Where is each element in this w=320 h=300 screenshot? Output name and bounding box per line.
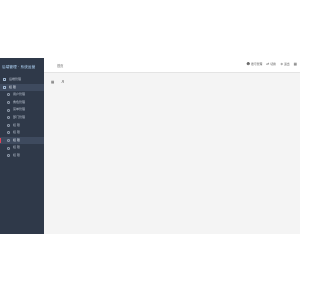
sidebar-item-permission-1[interactable]: 权 限	[0, 122, 44, 130]
more-icon: ▦	[293, 61, 297, 66]
circle-icon	[7, 101, 10, 105]
header-actions: ☻ 账号管理 ⇄ 切换 ➲ 退出 ▦	[246, 62, 298, 66]
sidebar: 后端管理 · 系统运营 后端管理 权 限 用户管理 角色管理 菜单管理 部门管理…	[0, 58, 44, 234]
app-window: 后端管理 · 系统运营 后端管理 权 限 用户管理 角色管理 菜单管理 部门管理…	[0, 58, 300, 234]
sidebar-nav: 后端管理 权 限 用户管理 角色管理 菜单管理 部门管理 权 限 权 限 权 限…	[0, 76, 44, 160]
switch-icon: ⇄	[266, 61, 270, 66]
logout-button[interactable]: ➲ 退出	[280, 62, 290, 66]
folder-icon	[3, 78, 6, 82]
sidebar-item-user-management[interactable]: 用户管理	[0, 91, 44, 99]
logout-label: 退出	[283, 62, 290, 67]
circle-icon	[7, 139, 10, 143]
sidebar-item-admin[interactable]: 后端管理	[0, 76, 44, 84]
grid-icon[interactable]: ▦	[51, 80, 55, 84]
sidebar-item-permission-4[interactable]: 权 限	[0, 144, 44, 152]
sidebar-item-dept-management[interactable]: 部门管理	[0, 114, 44, 122]
sidebar-item-label: 权 限	[12, 122, 20, 127]
content-toolbar: ▦ ♬	[51, 80, 65, 84]
sidebar-item-label: 权 限	[12, 137, 20, 142]
sidebar-item-label: 菜单管理	[12, 107, 25, 112]
switch-label: 切换	[270, 62, 276, 67]
sidebar-item-permission-2[interactable]: 权 限	[0, 129, 44, 137]
sidebar-item-label: 权 限	[12, 145, 20, 150]
circle-icon	[7, 146, 10, 150]
sidebar-item-label: 用户管理	[12, 92, 25, 97]
account-button[interactable]: ☻ 账号管理	[246, 62, 262, 66]
app-title: 后端管理 · 系统运营	[2, 65, 36, 69]
circle-icon	[7, 108, 10, 112]
sidebar-item-role-management[interactable]: 角色管理	[0, 99, 44, 107]
user-icon: ☻	[246, 61, 251, 66]
switch-button[interactable]: ⇄ 切换	[266, 62, 276, 66]
circle-icon	[7, 154, 10, 158]
sidebar-item-label: 权 限	[8, 84, 16, 89]
account-label: 账号管理	[251, 62, 263, 67]
logout-icon: ➲	[279, 61, 283, 66]
circle-icon	[7, 93, 10, 97]
more-button[interactable]: ▦	[293, 61, 298, 67]
sidebar-item-label: 后端管理	[8, 77, 21, 81]
sidebar-item-permission-5[interactable]: 权 限	[0, 152, 44, 160]
sidebar-item-label: 权 限	[12, 130, 20, 135]
main-content: 首页 ☻ 账号管理 ⇄ 切换 ➲ 退出 ▦ ▦ ♬	[44, 58, 300, 234]
circle-icon	[7, 116, 10, 120]
sidebar-item-label: 角色管理	[12, 99, 25, 104]
volume-icon[interactable]: ♬	[61, 80, 65, 84]
key-icon	[3, 85, 6, 89]
circle-icon	[7, 131, 10, 135]
breadcrumb[interactable]: 首页	[57, 63, 63, 68]
sidebar-item-permission-3[interactable]: 权 限	[0, 136, 44, 145]
circle-icon	[7, 123, 10, 127]
sidebar-item-label: 部门管理	[12, 114, 25, 119]
active-indicator	[0, 138, 1, 143]
top-bar: 首页 ☻ 账号管理 ⇄ 切换 ➲ 退出 ▦	[44, 58, 300, 73]
sidebar-item-menu-management[interactable]: 菜单管理	[0, 106, 44, 114]
sidebar-item-label: 权 限	[12, 152, 20, 157]
sidebar-item-permissions[interactable]: 权 限	[0, 83, 44, 92]
